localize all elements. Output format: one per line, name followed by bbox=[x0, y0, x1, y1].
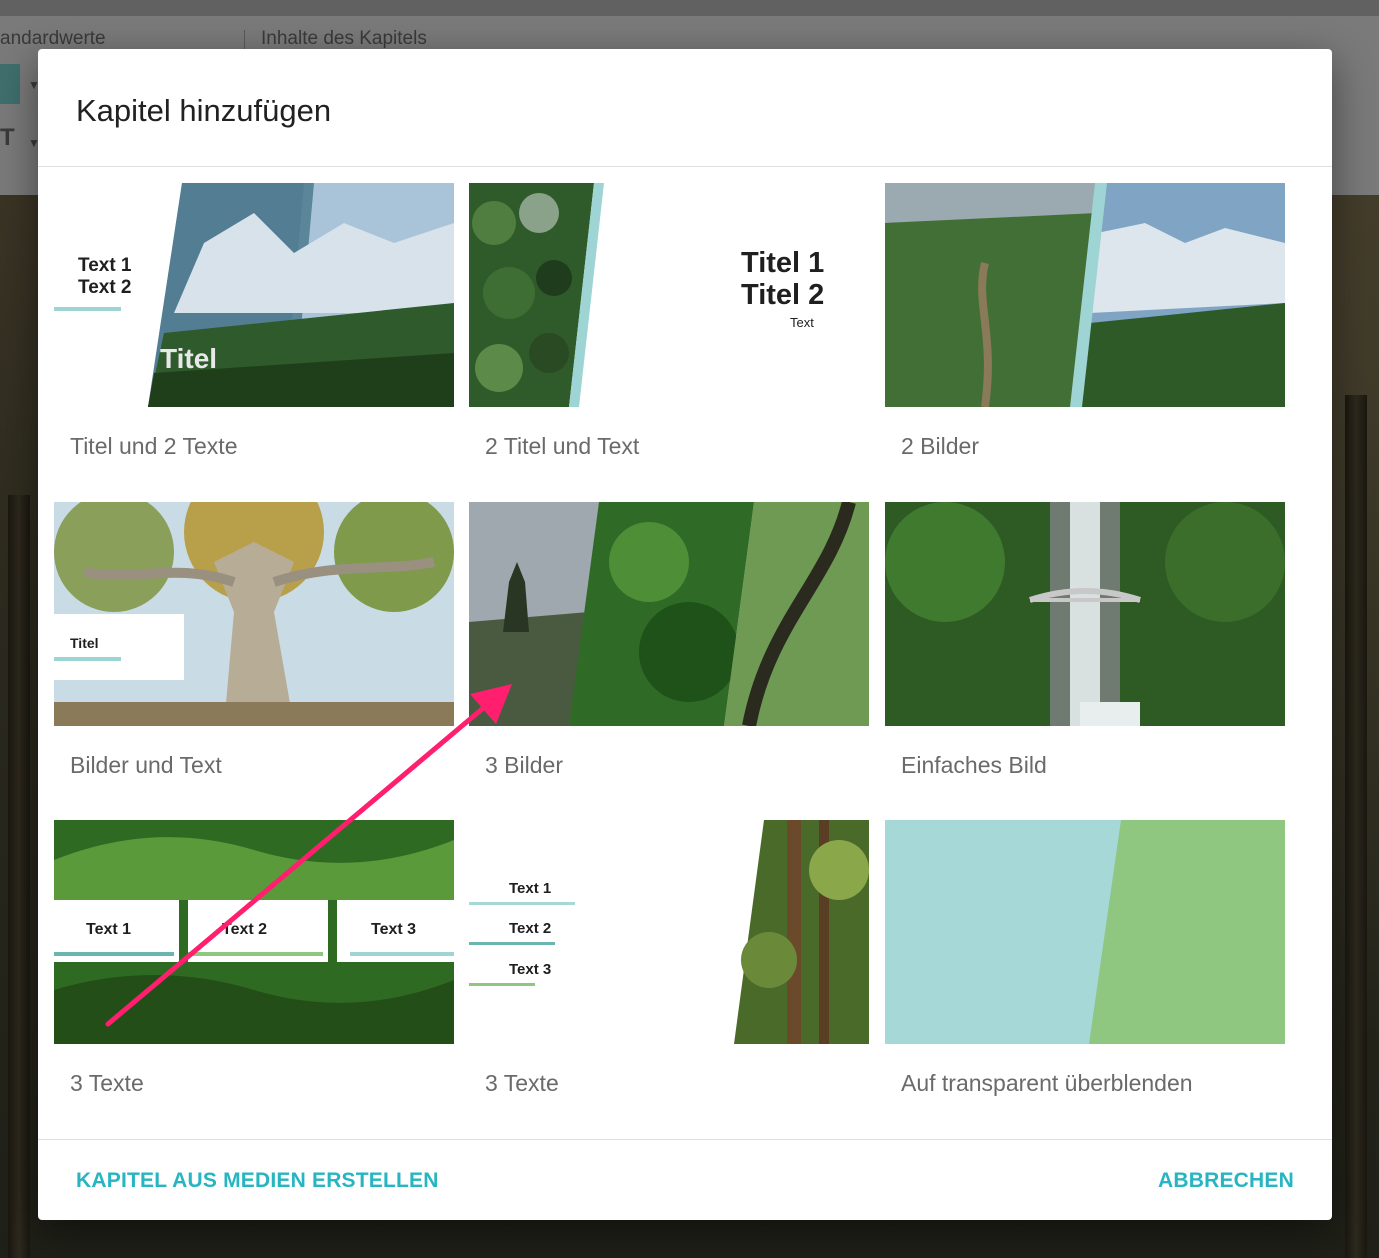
preview-title: Titel bbox=[70, 635, 99, 651]
template-preview-image bbox=[885, 183, 1285, 407]
template-card-images-text[interactable]: Titel bbox=[54, 502, 454, 726]
preview-title-2: Titel 2 bbox=[741, 279, 825, 311]
template-card-three-images[interactable] bbox=[469, 502, 869, 726]
preview-text: Text bbox=[790, 315, 814, 330]
preview-text-1: Text 1 bbox=[509, 880, 552, 897]
preview-text-1: Text 1 bbox=[86, 921, 132, 938]
template-preview-image bbox=[469, 502, 869, 726]
preview-text-1: Text 1 bbox=[78, 255, 132, 276]
preview-text-2: Text 2 bbox=[78, 277, 132, 298]
template-preview-image bbox=[54, 502, 454, 726]
template-label: Bilder und Text bbox=[70, 752, 222, 778]
template-preview-image bbox=[885, 502, 1285, 726]
preview-text-3: Text 3 bbox=[371, 921, 417, 938]
color-swatch bbox=[0, 64, 20, 104]
template-label: Auf transparent überblenden bbox=[901, 1070, 1193, 1096]
preview-text-3: Text 3 bbox=[509, 961, 552, 978]
template-card-three-texts-list[interactable]: Text 1 Text 2 Text 3 bbox=[469, 820, 869, 1044]
footer-divider bbox=[38, 1139, 1332, 1140]
preview-text-2: Text 2 bbox=[222, 921, 268, 938]
editor-top-bar bbox=[0, 0, 1379, 16]
template-card-fade-transparent[interactable] bbox=[885, 820, 1285, 1044]
template-card-two-images[interactable] bbox=[885, 183, 1285, 407]
template-card-three-texts-band[interactable]: Text 1 Text 2 Text 3 bbox=[54, 820, 454, 1044]
template-card-two-titles-text[interactable]: Titel 1 Titel 2 Text bbox=[469, 183, 869, 407]
preview-text-2: Text 2 bbox=[509, 920, 552, 937]
create-chapter-from-media-button[interactable]: KAPITEL AUS MEDIEN ERSTELLEN bbox=[76, 1169, 439, 1193]
preview-title: Titel bbox=[160, 343, 218, 374]
dialog-title: Kapitel hinzufügen bbox=[76, 93, 332, 128]
template-label: Einfaches Bild bbox=[901, 752, 1047, 778]
header-divider bbox=[38, 166, 1332, 167]
template-label: 2 Titel und Text bbox=[485, 433, 640, 459]
template-label: 2 Bilder bbox=[901, 433, 979, 459]
tab-default-values: andardwerte bbox=[0, 28, 106, 49]
template-preview-image bbox=[885, 820, 1285, 1044]
preview-title-1: Titel 1 bbox=[741, 247, 825, 279]
template-label: 3 Texte bbox=[70, 1070, 144, 1096]
add-chapter-dialog: Kapitel hinzufügen Text 1 Text 2 Titel T… bbox=[38, 49, 1332, 1220]
template-label: 3 Bilder bbox=[485, 752, 563, 778]
template-card-simple-image[interactable] bbox=[885, 502, 1285, 726]
tab-chapter-content: Inhalte des Kapitels bbox=[261, 28, 427, 49]
cancel-button[interactable]: ABBRECHEN bbox=[1158, 1169, 1294, 1193]
template-label: 3 Texte bbox=[485, 1070, 559, 1096]
template-label: Titel und 2 Texte bbox=[70, 433, 238, 459]
text-format-icon: T bbox=[0, 124, 15, 151]
template-card-title-two-texts[interactable]: Text 1 Text 2 Titel bbox=[54, 183, 454, 407]
